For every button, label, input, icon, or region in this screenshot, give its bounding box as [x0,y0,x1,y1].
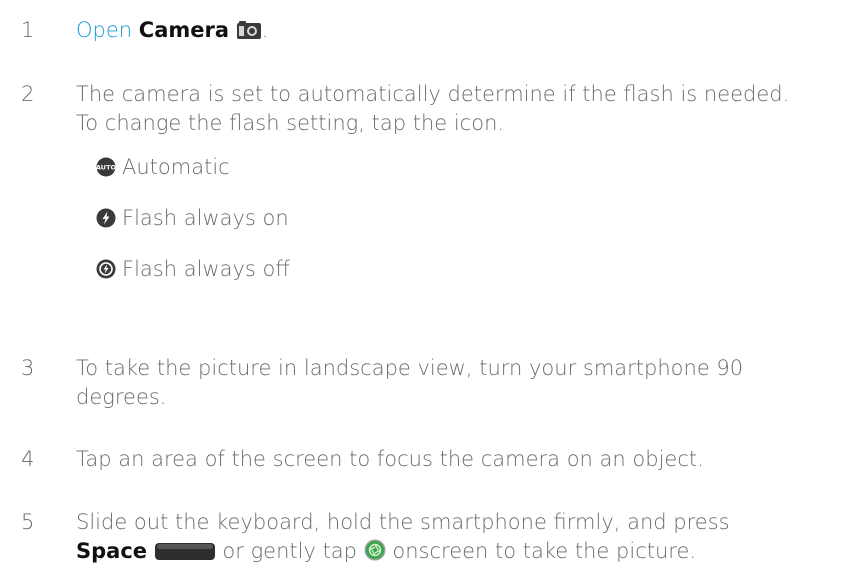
step-5-line-2: Space or gently tap onscreen to take the… [76,537,696,566]
step-3-line-2: degrees. [76,385,167,409]
flash-off-icon [96,259,116,279]
step-number: 1 [21,18,35,42]
space-key-name: Space [76,539,148,563]
step-2-line-2: To change the flash setting, tap the ico… [76,111,505,135]
space-key-icon [154,543,215,560]
step-1-text: Open Camera . [76,16,268,45]
svg-text:AUTO: AUTO [96,164,116,172]
step-4-line-1: Tap an area of the screen to focus the c… [76,447,704,471]
flash-auto-icon: AUTO [96,157,116,177]
step-1-end: . [261,18,269,42]
flash-on-icon [96,208,116,228]
shutter-icon[interactable] [364,539,386,561]
flash-option-label: Flash always off [122,257,290,281]
open-link[interactable]: Open [76,18,132,42]
step-number: 3 [21,356,35,380]
step-3-line-1: To take the picture in landscape view, t… [76,356,744,380]
camera-app-icon [236,21,261,39]
step-5-mid: or gently tap [222,539,357,563]
step-number: 4 [21,447,35,471]
step-2-line-1: The camera is set to automatically deter… [76,82,790,106]
step-number: 2 [21,82,35,106]
flash-option-off: Flash always off [96,257,290,281]
camera-app-name: Camera [138,18,230,42]
step-5-line-1: Slide out the keyboard, hold the smartph… [76,510,730,534]
step-number: 5 [21,510,35,534]
step-5-end: onscreen to take the picture. [392,539,697,563]
flash-option-label: Flash always on [122,206,289,230]
flash-option-on: Flash always on [96,206,289,230]
flash-option-label: Automatic [122,155,230,179]
flash-option-automatic: AUTO Automatic [96,155,230,179]
